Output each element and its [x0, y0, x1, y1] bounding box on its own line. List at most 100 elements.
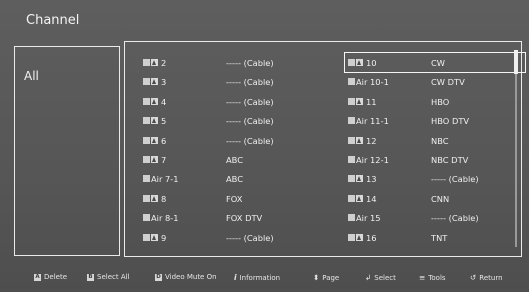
- channel-row[interactable]: Air 15 ----- (Cable): [345, 208, 525, 227]
- cable-icon: [356, 175, 363, 183]
- cable-icon: [151, 194, 158, 202]
- channel-name: ABC: [226, 174, 244, 185]
- channel-name: TNT: [431, 232, 448, 243]
- channel-number: 13: [366, 174, 377, 185]
- channel-name: NBC DTV: [431, 154, 469, 165]
- b-key-icon: B: [87, 273, 94, 281]
- channel-list: 2 ----- (Cable) 3 ----- (Cable) 4 ----- (Cabl…: [124, 41, 526, 257]
- channel-type-icons: [143, 155, 158, 164]
- return-button[interactable]: ↺ Return: [470, 273, 503, 282]
- enter-icon: ↲: [365, 273, 372, 282]
- channel-row[interactable]: Air 12-1 NBC DTV: [345, 150, 525, 169]
- channel-name: HBO: [431, 96, 450, 107]
- channel-type-icons: [348, 117, 355, 125]
- channel-row[interactable]: 9 ----- (Cable): [140, 228, 320, 247]
- channel-name: ABC: [226, 154, 244, 165]
- checkbox-icon[interactable]: [348, 155, 355, 163]
- checkbox-icon[interactable]: [348, 97, 355, 105]
- page-button[interactable]: ⬍ Page: [313, 273, 339, 282]
- information-button[interactable]: i Information: [234, 273, 280, 282]
- channel-number: Air 7-1: [151, 174, 179, 185]
- channel-row[interactable]: 2 ----- (Cable): [140, 53, 320, 72]
- channel-number: 3: [161, 77, 167, 88]
- checkbox-icon[interactable]: [143, 233, 150, 241]
- channel-row[interactable]: 8 FOX: [140, 189, 320, 208]
- channel-row[interactable]: 3 ----- (Cable): [140, 72, 320, 91]
- a-key-icon: A: [34, 273, 41, 281]
- cable-icon: [151, 117, 158, 125]
- channel-row[interactable]: 7 ABC: [140, 150, 320, 169]
- checkbox-icon[interactable]: [143, 117, 150, 125]
- channel-row[interactable]: 16 TNT: [345, 228, 525, 247]
- channel-name: ----- (Cable): [431, 174, 479, 185]
- channel-number: Air 10-1: [356, 77, 389, 88]
- channel-row[interactable]: 11 HBO: [345, 92, 525, 111]
- channel-row[interactable]: Air 10-1 CW DTV: [345, 72, 525, 91]
- page-label: Page: [322, 273, 340, 282]
- checkbox-icon[interactable]: [143, 214, 150, 222]
- channel-row[interactable]: 12 NBC: [345, 131, 525, 150]
- video-mute-button[interactable]: D Video Mute On: [155, 273, 217, 281]
- checkbox-icon[interactable]: [348, 214, 355, 222]
- group-item-all[interactable]: All: [24, 69, 39, 83]
- checkbox-icon[interactable]: [143, 59, 150, 66]
- checkbox-icon[interactable]: [143, 175, 150, 183]
- cable-icon: [151, 59, 158, 66]
- channel-row[interactable]: 5 ----- (Cable): [140, 111, 320, 130]
- channel-number: 7: [161, 154, 167, 165]
- checkbox-icon[interactable]: [348, 194, 355, 202]
- channel-screen: Channel All 2 ----- (Cable) 3 ----- (Cable)…: [0, 0, 529, 292]
- channel-name: ----- (Cable): [226, 116, 274, 127]
- checkbox-icon[interactable]: [143, 136, 150, 144]
- channel-number: 11: [366, 96, 377, 107]
- channel-number: 9: [161, 232, 167, 243]
- checkbox-icon[interactable]: [348, 59, 355, 66]
- channel-name: HBO DTV: [431, 116, 470, 127]
- d-key-icon: D: [155, 273, 162, 281]
- channel-row[interactable]: 10 CW: [344, 51, 526, 74]
- channel-type-icons: [143, 78, 158, 86]
- cable-icon: [151, 136, 158, 144]
- checkbox-icon[interactable]: [143, 155, 150, 163]
- checkbox-icon[interactable]: [348, 117, 355, 125]
- channel-name: ----- (Cable): [226, 232, 274, 243]
- channel-row[interactable]: 6 ----- (Cable): [140, 131, 320, 150]
- cable-icon: [151, 97, 158, 105]
- cable-icon: [356, 194, 363, 202]
- channel-type-icons: [348, 194, 363, 203]
- cable-icon: [356, 97, 363, 105]
- channel-type-icons: [348, 59, 363, 67]
- checkbox-icon[interactable]: [143, 194, 150, 202]
- select-all-button[interactable]: B Select All: [87, 273, 130, 281]
- channel-number: 2: [161, 58, 167, 68]
- channel-type-icons: [143, 136, 158, 145]
- cable-icon: [356, 233, 363, 241]
- delete-button[interactable]: A Delete: [34, 273, 67, 281]
- info-icon: i: [234, 273, 237, 282]
- scrollbar[interactable]: [514, 50, 518, 247]
- channel-row[interactable]: 13 ----- (Cable): [345, 169, 525, 188]
- cable-icon: [151, 78, 158, 86]
- channel-row[interactable]: Air 8-1 FOX DTV: [140, 208, 320, 227]
- channel-row[interactable]: Air 7-1 ABC: [140, 169, 320, 188]
- checkbox-icon[interactable]: [348, 136, 355, 144]
- video-mute-label: Video Mute On: [165, 273, 217, 281]
- channel-row[interactable]: 14 CNN: [345, 189, 525, 208]
- channel-row[interactable]: Air 11-1 HBO DTV: [345, 111, 525, 130]
- tools-button[interactable]: ≡ Tools: [419, 273, 446, 282]
- channel-number: 12: [366, 135, 377, 146]
- checkbox-icon[interactable]: [143, 97, 150, 105]
- channel-type-icons: [143, 233, 158, 242]
- channel-row[interactable]: 4 ----- (Cable): [140, 92, 320, 111]
- select-button[interactable]: ↲ Select: [365, 273, 396, 282]
- checkbox-icon[interactable]: [348, 233, 355, 241]
- channel-type-icons: [348, 175, 363, 183]
- scrollbar-thumb[interactable]: [514, 50, 518, 74]
- checkbox-icon[interactable]: [143, 78, 150, 86]
- checkbox-icon[interactable]: [348, 78, 355, 86]
- channel-number: 8: [161, 193, 167, 204]
- channel-name: NBC: [431, 135, 449, 146]
- channel-type-icons: [348, 97, 363, 106]
- cable-icon: [151, 155, 158, 163]
- checkbox-icon[interactable]: [348, 175, 355, 183]
